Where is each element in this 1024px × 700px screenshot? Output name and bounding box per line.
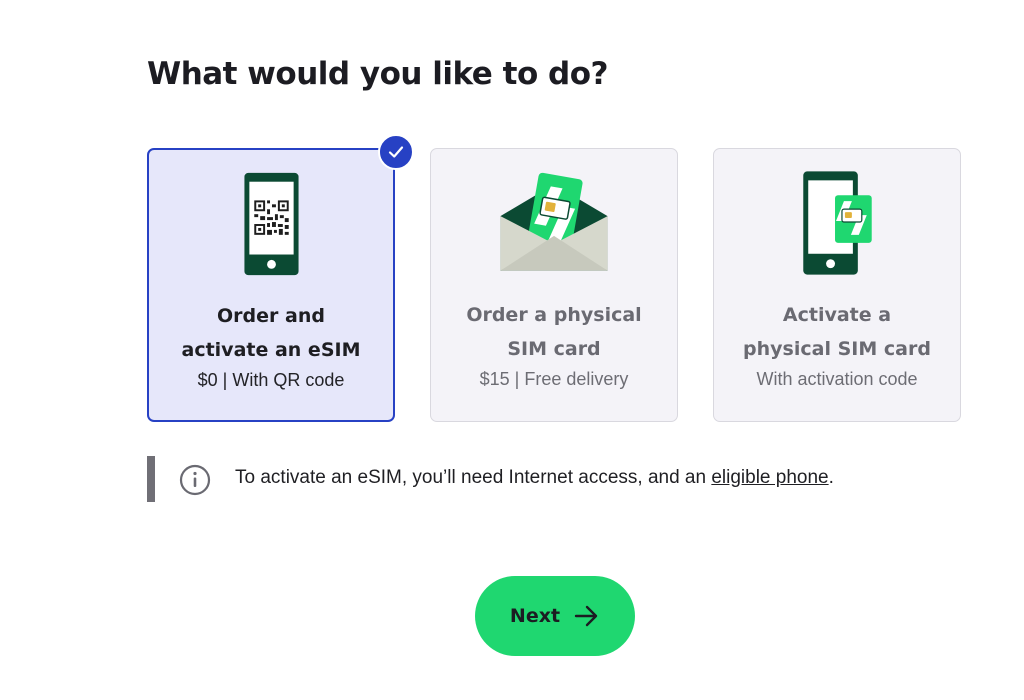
phone-qr-code-icon [244,172,299,276]
page-title: What would you like to do? [147,56,609,92]
envelope-sim-card-icon [500,172,608,271]
option-card-activate-sim[interactable]: Activate a physical SIM card With activa… [713,148,961,422]
option-subtitle: $15 | Free delivery [479,369,629,389]
page: What would you like to do? Order and act… [0,0,1024,700]
option-card-esim[interactable]: Order and activate an eSIM $0 | With QR … [147,134,414,422]
selected-check-icon [378,134,414,170]
option-cards: Order and activate an eSIM $0 | With QR … [147,134,963,423]
option-title: Order a physical SIM card [466,304,642,360]
notice-accent-bar [147,456,155,502]
eligible-phone-link[interactable]: eligible phone [711,467,828,488]
arrow-right-icon [574,605,598,627]
notice-text-after: . [828,467,834,488]
option-title: Activate a physical SIM card [743,304,931,360]
notice-text: To activate an eSIM, you’ll need Interne… [235,467,834,489]
notice-text-before: To activate an eSIM, you’ll need Interne… [235,467,712,488]
esim-info-notice: To activate an eSIM, you’ll need Interne… [147,456,907,502]
next-button-label: Next [509,605,561,627]
info-icon [179,464,211,496]
next-button[interactable]: Next [475,576,635,656]
phone-sim-card-icon [803,171,872,275]
option-title: Order and activate an eSIM [181,305,361,361]
option-card-physical-sim[interactable]: Order a physical SIM card $15 | Free del… [430,148,678,422]
option-subtitle: $0 | With QR code [197,370,345,390]
option-subtitle: With activation code [756,369,918,389]
